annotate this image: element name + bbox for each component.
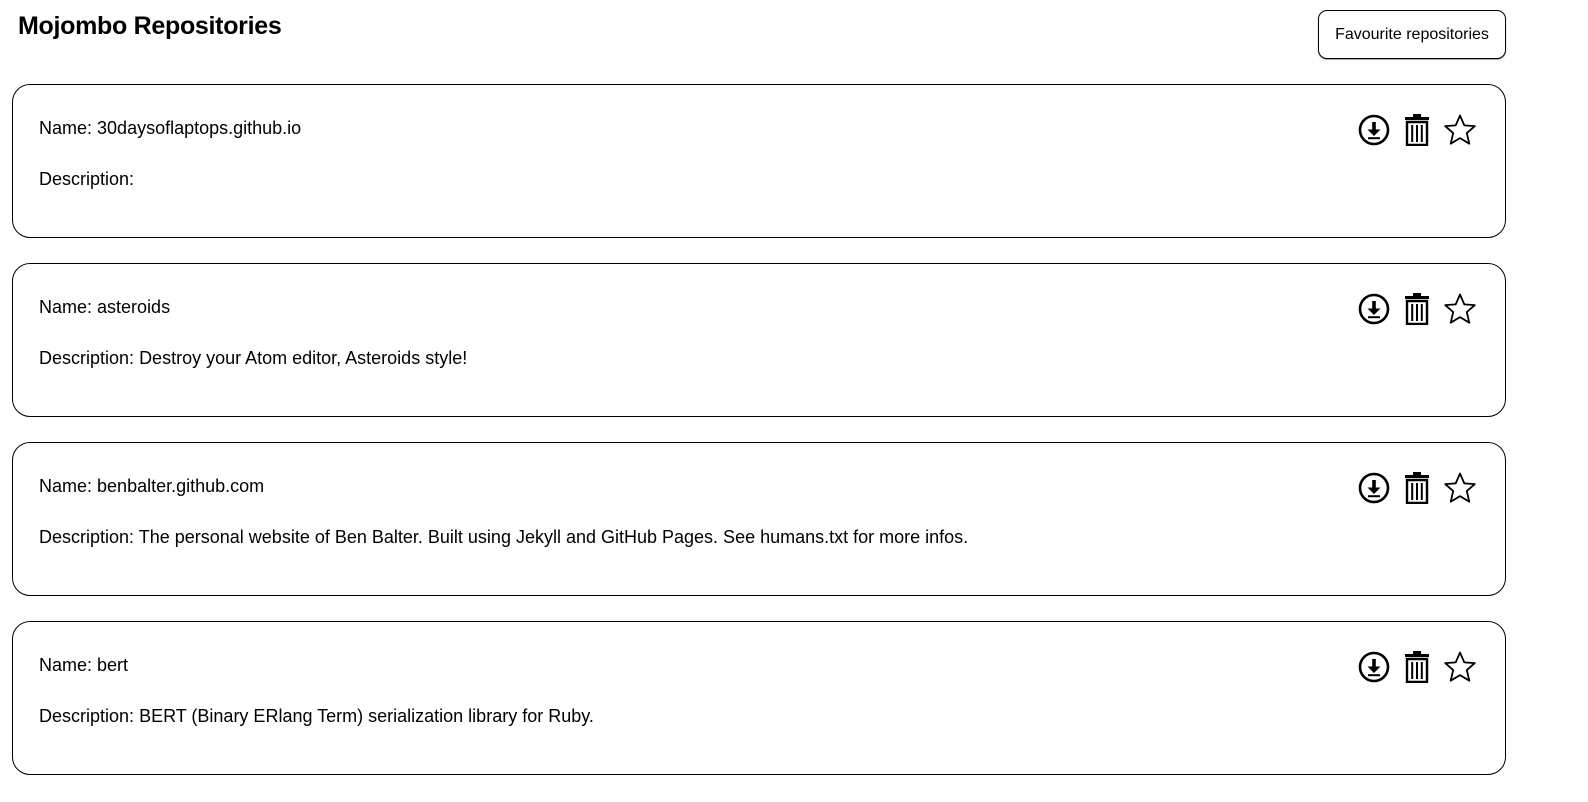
repository-card: Name: asteroids Description: Destroy you… — [12, 263, 1506, 417]
description-label: Description: — [39, 527, 135, 547]
star-outline-icon[interactable] — [1443, 292, 1477, 326]
download-circle-icon[interactable] — [1357, 113, 1391, 147]
name-label: Name: — [39, 297, 93, 317]
repository-description: Description: — [39, 169, 134, 190]
repository-name: Name: 30daysoflaptops.github.io — [39, 118, 301, 139]
description-label: Description: — [39, 706, 135, 726]
name-value: asteroids — [97, 297, 171, 317]
repository-description: Description: Destroy your Atom editor, A… — [39, 348, 467, 369]
name-value: benbalter.github.com — [97, 476, 265, 496]
repository-name: Name: bert — [39, 655, 128, 676]
trash-icon[interactable] — [1400, 471, 1434, 505]
repository-actions — [1357, 292, 1477, 326]
repository-actions — [1357, 650, 1477, 684]
description-value: The personal website of Ben Balter. Buil… — [138, 527, 969, 547]
repository-name: Name: asteroids — [39, 297, 170, 318]
repository-description: Description: The personal website of Ben… — [39, 527, 968, 548]
repository-name: Name: benbalter.github.com — [39, 476, 264, 497]
page-title: Mojombo Repositories — [18, 12, 282, 40]
name-value: 30daysoflaptops.github.io — [97, 118, 302, 138]
download-circle-icon[interactable] — [1357, 650, 1391, 684]
name-label: Name: — [39, 476, 93, 496]
trash-icon[interactable] — [1400, 292, 1434, 326]
description-label: Description: — [39, 348, 135, 368]
name-label: Name: — [39, 118, 93, 138]
repository-actions — [1357, 113, 1477, 147]
download-circle-icon[interactable] — [1357, 471, 1391, 505]
repository-card: Name: 30daysoflaptops.github.io Descript… — [12, 84, 1506, 238]
repository-actions — [1357, 471, 1477, 505]
repository-description: Description: BERT (Binary ERlang Term) s… — [39, 706, 594, 727]
repository-list: Name: 30daysoflaptops.github.io Descript… — [12, 84, 1506, 800]
description-label: Description: — [39, 169, 135, 189]
repository-card: Name: bert Description: BERT (Binary ERl… — [12, 621, 1506, 775]
repository-card: Name: benbalter.github.com Description: … — [12, 442, 1506, 596]
download-circle-icon[interactable] — [1357, 292, 1391, 326]
star-outline-icon[interactable] — [1443, 113, 1477, 147]
star-outline-icon[interactable] — [1443, 471, 1477, 505]
star-outline-icon[interactable] — [1443, 650, 1477, 684]
name-value: bert — [97, 655, 129, 675]
favourite-repositories-button[interactable]: Favourite repositories — [1318, 10, 1506, 59]
trash-icon[interactable] — [1400, 650, 1434, 684]
name-label: Name: — [39, 655, 93, 675]
trash-icon[interactable] — [1400, 113, 1434, 147]
description-value: BERT (Binary ERlang Term) serialization … — [139, 706, 594, 726]
description-value: Destroy your Atom editor, Asteroids styl… — [139, 348, 468, 368]
